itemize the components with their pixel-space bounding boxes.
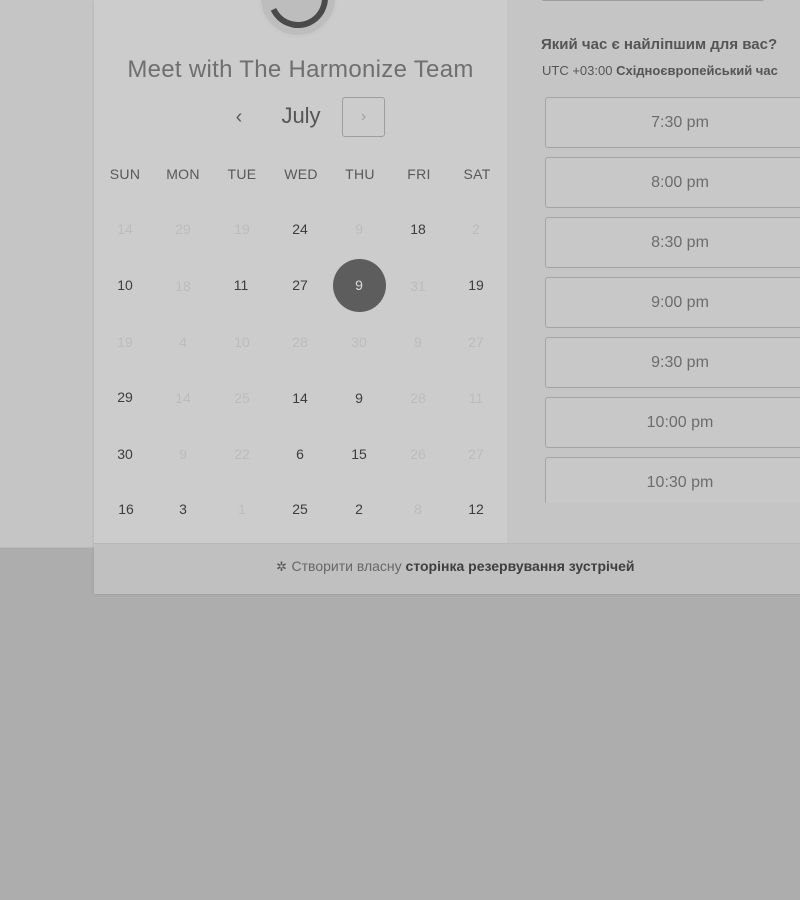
calendar-day[interactable]: 16 [97,494,155,524]
calendar-day: 27 [468,446,484,462]
calendar-day[interactable]: 24 [271,214,329,244]
time-slot-button[interactable]: 9:00 pm [545,277,800,328]
calendar-day: 8 [414,501,422,517]
footer-promo: ✲ Створити власну сторінка резервування з… [94,558,800,575]
calendar-day: 18 [175,278,191,294]
calendar-day[interactable]: 27 [271,270,329,300]
weekday-sun: SUN [109,166,141,182]
time-slot-button[interactable]: 7:30 pm [545,97,800,148]
calendar-day: 19 [117,334,133,350]
calendar-day[interactable]: 30 [96,439,154,469]
calendar-day[interactable]: 10 [96,270,154,300]
booking-page: ••• Meet with The Harmonize Team ‹ July … [0,0,800,900]
calendar-day: 26 [410,446,426,462]
prev-month-button[interactable]: ‹ [226,104,252,130]
calendar-day: 31 [410,278,426,294]
calendar-day-selected[interactable]: 9 [330,270,388,300]
time-slot-button[interactable]: 10:00 pm [545,397,800,448]
calendar-day[interactable]: 14 [271,383,329,413]
footer-prefix: Створити власну [291,558,402,574]
meeting-title: Meet with The Harmonize Team [127,56,474,83]
time-slot-button[interactable]: 10:30 pm [545,457,800,503]
calendar-day: 28 [292,334,308,350]
calendar-day: 11 [468,390,484,406]
calendar-day[interactable]: 15 [330,439,388,469]
calendar-day: 14 [175,390,191,406]
calendar-day: 25 [234,390,250,406]
calendar-day: 30 [351,334,367,350]
calendar-day[interactable]: 9 [330,383,388,413]
calendar-day: 9 [179,446,187,462]
calendar-day: 27 [468,334,484,350]
calendar-day[interactable]: 29 [96,382,154,412]
calendar-day[interactable]: 25 [271,494,329,524]
weekday-mon: MON [166,166,200,182]
calendar-day[interactable]: 18 [389,214,447,244]
time-slot-list: 7:30 pm 8:00 pm 8:30 pm 9:00 pm 9:30 pm … [507,0,800,503]
calendar-day: 28 [410,390,426,406]
weekday-sat: SAT [463,166,491,182]
calendar-day: 14 [117,221,133,237]
time-slot-button[interactable]: 9:30 pm [545,337,800,388]
calendar-day[interactable]: 6 [271,439,329,469]
calendar-day[interactable]: 12 [447,494,505,524]
calendar-day[interactable]: 11 [212,270,270,300]
time-slot-button[interactable]: 8:00 pm [545,157,800,208]
calendar-day: 4 [179,334,187,350]
calendar-day: 19 [234,221,250,237]
month-label: July [281,103,321,128]
time-slot-button[interactable]: 8:30 pm [545,217,800,268]
footer-link[interactable]: сторінка резервування зустрічей [406,558,635,574]
next-month-button[interactable]: › [342,97,385,137]
sprocket-icon: ✲ [276,559,287,574]
calendar-day[interactable]: 3 [154,494,212,524]
calendar-day[interactable]: 19 [447,270,505,300]
calendar-day: 1 [238,501,246,517]
weekday-wed: WED [284,166,318,182]
weekday-fri: FRI [407,166,431,182]
calendar-day: 29 [175,221,191,237]
calendar-day: 9 [355,221,363,237]
weekday-thu: THU [345,166,375,182]
weekday-tue: TUE [227,166,257,182]
calendar-day[interactable]: 2 [330,494,388,524]
calendar-day: 22 [234,446,250,462]
calendar-day: 9 [414,334,422,350]
calendar-day: 10 [234,334,250,350]
calendar-day: 2 [472,221,480,237]
